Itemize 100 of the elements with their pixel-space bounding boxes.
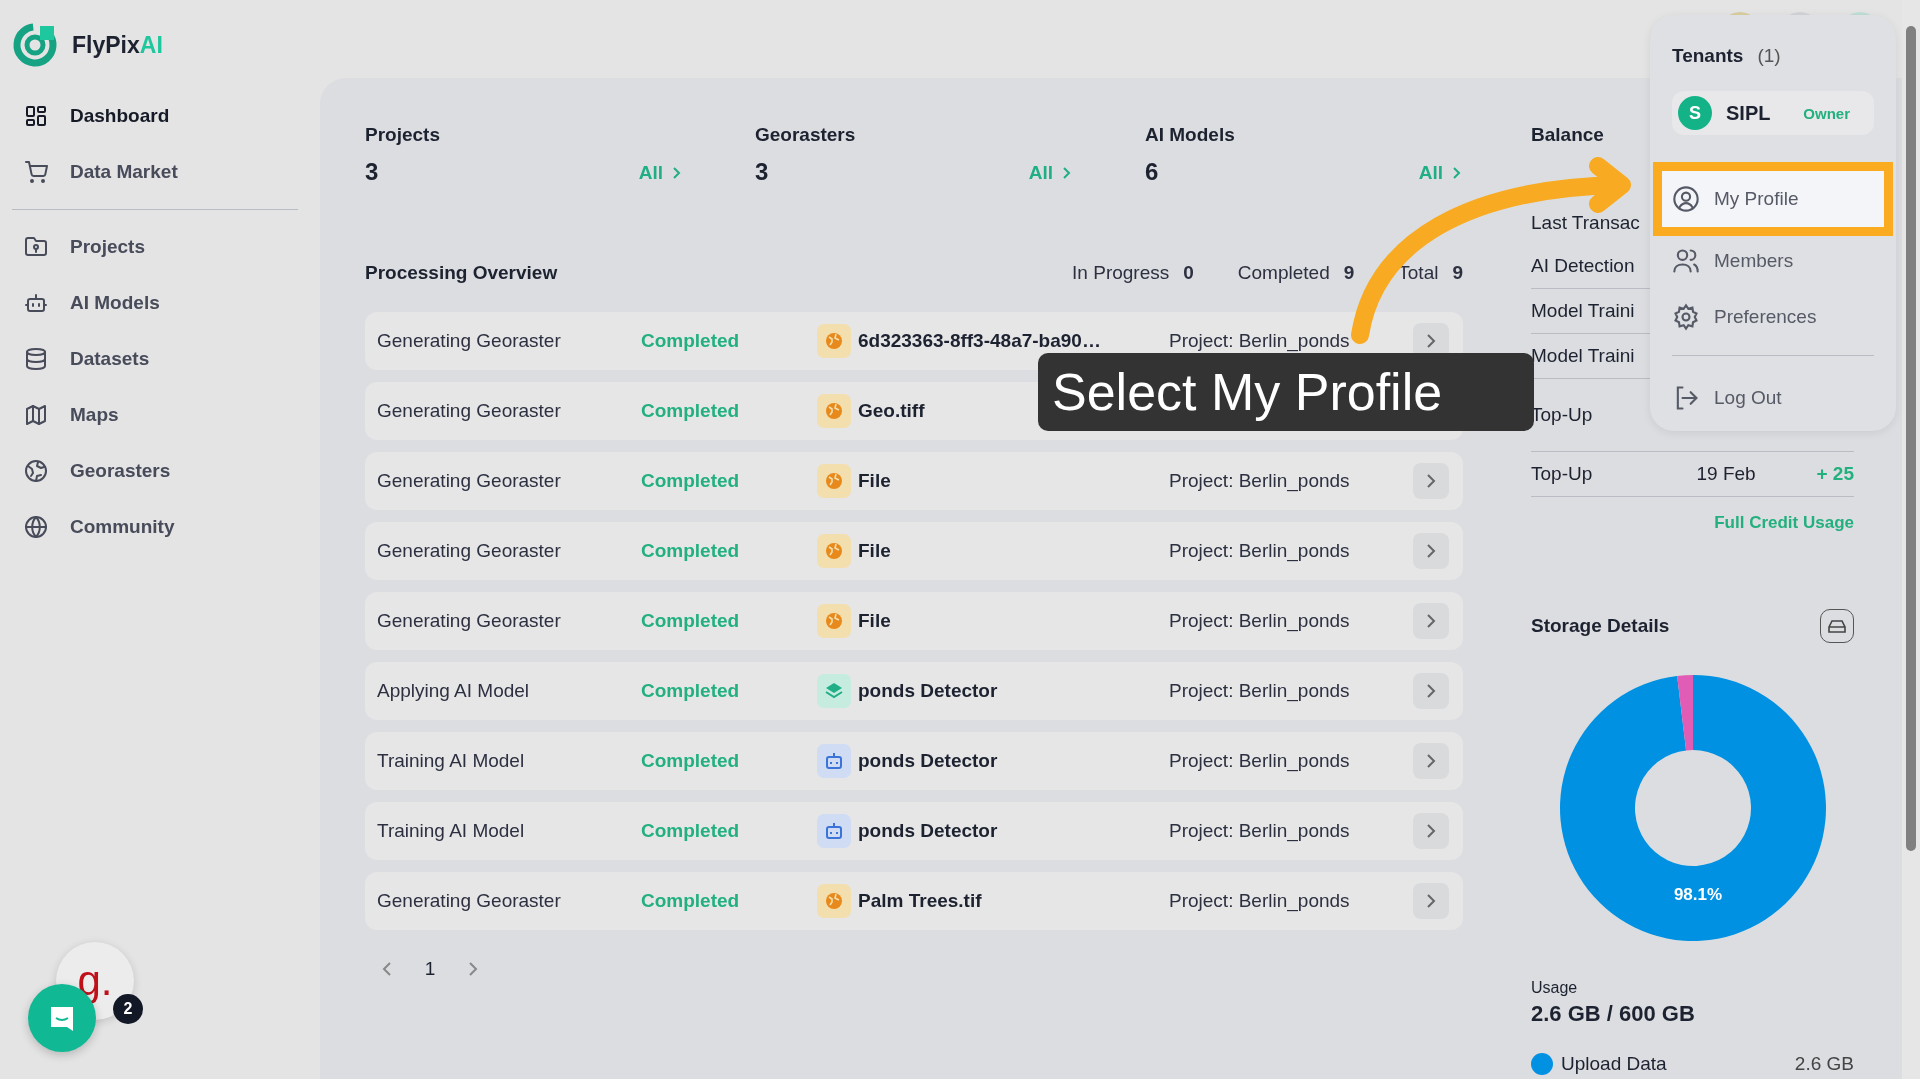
scrollbar-thumb[interactable] <box>1906 26 1916 851</box>
globe-icon <box>817 604 851 638</box>
status-text: Completed <box>641 750 741 772</box>
chevron-icon <box>671 166 683 180</box>
globe-icon <box>817 324 851 358</box>
settings-icon <box>1672 303 1700 331</box>
database-icon <box>24 347 48 371</box>
project-name: Project: Berlin_ponds <box>1169 820 1350 841</box>
brand-name: FlyPixAI <box>72 31 163 59</box>
count-value: 9 <box>1452 262 1463 284</box>
robot-icon <box>24 291 48 315</box>
item-name: 6d323363-8ff3-48a7-ba90… <box>858 330 1101 352</box>
task-name: Generating Georaster <box>377 890 562 912</box>
globe-icon <box>817 884 851 918</box>
item-name: ponds Detector <box>858 680 998 702</box>
page-number[interactable]: 1 <box>423 958 437 980</box>
sidebar-item[interactable]: Maps <box>12 387 308 443</box>
status-text: Completed <box>641 540 741 562</box>
chevron-icon <box>1425 893 1437 909</box>
menu-item[interactable]: Members <box>1662 233 1884 289</box>
stat-value: 3 <box>755 158 770 186</box>
balance-title: Balance <box>1531 124 1605 146</box>
transaction-label: Last Transac <box>1531 212 1640 234</box>
project-name: Project: Berlin_ponds <box>1169 540 1350 561</box>
world-icon <box>24 515 48 539</box>
count-label: In Progress <box>1072 262 1170 284</box>
item-name: ponds Detector <box>858 750 998 772</box>
folder-icon <box>24 235 48 259</box>
cart-icon <box>24 160 48 184</box>
project-name: Project: Berlin_ponds <box>1169 330 1350 351</box>
storage-title: Storage Details <box>1531 615 1670 637</box>
users-icon <box>1672 247 1700 275</box>
project-name: Project: Berlin_ponds <box>1169 890 1350 911</box>
project-name: Project: Berlin_ponds <box>1169 750 1350 771</box>
count-label: Completed <box>1237 262 1330 284</box>
count-value: 0 <box>1183 262 1194 284</box>
task-name: Generating Georaster <box>377 330 562 352</box>
task-name: Generating Georaster <box>377 540 562 562</box>
item-name: Palm Trees.tif <box>858 890 982 912</box>
grid-icon <box>24 104 48 128</box>
task-name: Generating Georaster <box>377 400 562 422</box>
stat-value: 3 <box>365 158 380 186</box>
tenant-card[interactable]: S SIPL Owner <box>1672 91 1874 135</box>
chevron-icon <box>1061 166 1073 180</box>
item-name: File <box>858 540 891 562</box>
sidebar-item[interactable]: Data Market <box>12 144 308 200</box>
next-icon[interactable] <box>467 961 479 977</box>
status-text: Completed <box>641 470 741 492</box>
transaction-label: Model Traini <box>1531 345 1635 367</box>
robot-icon <box>817 744 851 778</box>
tenant-name: SIPL <box>1726 101 1772 125</box>
status-text: Completed <box>641 890 741 912</box>
previous-icon[interactable] <box>381 961 393 977</box>
item-name: Geo.tiff <box>858 400 925 422</box>
section-title: Processing Overview <box>365 262 558 284</box>
sidebar-item[interactable]: Dashboard <box>12 88 308 144</box>
transaction-label: Model Traini <box>1531 300 1635 322</box>
task-name: Generating Georaster <box>377 470 562 492</box>
sidebar-item[interactable]: Projects <box>12 219 308 275</box>
count-value: 9 <box>1343 262 1355 284</box>
chevron-icon <box>1425 683 1437 699</box>
chevron-icon <box>1425 543 1437 559</box>
project-name: Project: Berlin_ponds <box>1169 680 1350 701</box>
map-icon <box>24 403 48 427</box>
count-label: Total <box>1398 262 1439 284</box>
status-text: Completed <box>641 820 741 842</box>
chevron-icon <box>1451 166 1463 180</box>
status-text: Completed <box>641 610 741 632</box>
transaction-date: 19 Feb <box>1696 463 1757 485</box>
transaction-amount: + 25 <box>1816 463 1854 485</box>
notification-badge: 2 <box>113 994 143 1024</box>
transaction-label: AI Detection <box>1531 255 1635 277</box>
globe-icon <box>817 394 851 428</box>
tenant-avatar: S <box>1678 96 1712 130</box>
usage-label: Usage <box>1531 979 1579 997</box>
project-name: Project: Berlin_ponds <box>1169 470 1350 491</box>
chevron-icon <box>1425 333 1437 349</box>
sidebar-item[interactable]: AI Models <box>12 275 308 331</box>
chevron-icon <box>1425 473 1437 489</box>
chevron-icon <box>1425 613 1437 629</box>
robot-icon <box>817 814 851 848</box>
drive-button[interactable] <box>1820 609 1854 643</box>
tenant-count: (1) <box>1757 45 1781 67</box>
item-name: File <box>858 470 891 492</box>
stat-title: AI Models <box>1145 124 1235 146</box>
task-name: Training AI Model <box>377 750 526 772</box>
task-name: Applying AI Model <box>377 680 531 702</box>
logo-icon <box>12 22 58 68</box>
chevron-icon <box>1425 753 1437 769</box>
menu-item[interactable]: Preferences <box>1662 289 1884 345</box>
stat-title: Projects <box>365 124 440 146</box>
logout-item[interactable]: Log Out <box>1662 370 1884 426</box>
sidebar-item[interactable]: Georasters <box>12 443 308 499</box>
user-icon <box>1672 185 1700 213</box>
sidebar-item[interactable]: Datasets <box>12 331 308 387</box>
data-label: 98.1% <box>1673 885 1722 904</box>
sidebar-item[interactable]: Community <box>12 499 308 555</box>
legend-label: Upload Data <box>1561 1053 1668 1075</box>
stat-title: Georasters <box>755 124 856 146</box>
status-text: Completed <box>641 330 741 352</box>
